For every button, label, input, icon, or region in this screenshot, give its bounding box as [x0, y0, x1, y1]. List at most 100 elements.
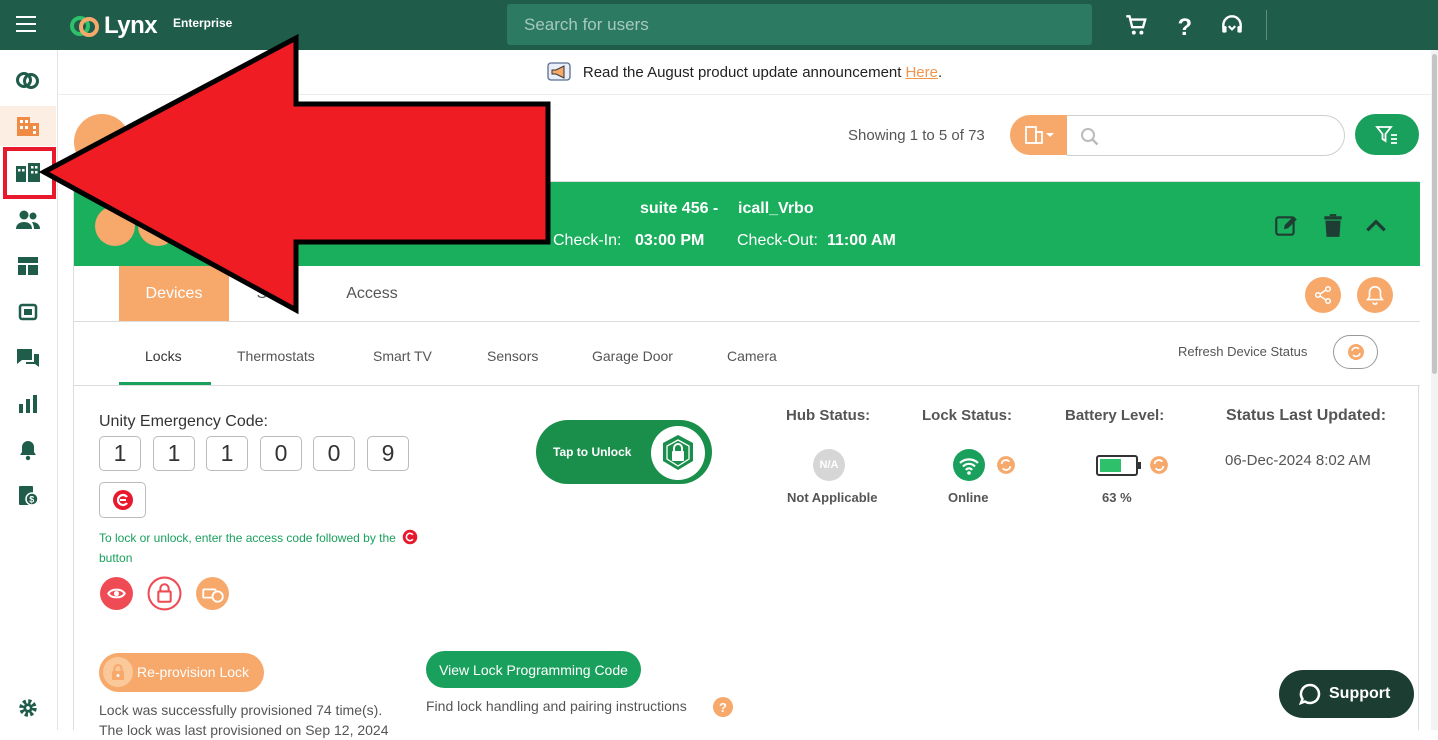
- sidebar-item-devices[interactable]: [0, 292, 56, 332]
- battery-level-value: 63 %: [1102, 490, 1132, 505]
- suite-name: suite 456 -: [640, 200, 719, 217]
- code-digit: 1: [206, 436, 248, 471]
- trash-icon[interactable]: [1320, 213, 1346, 239]
- support-label: Support: [1329, 685, 1391, 702]
- code-digit: 1: [99, 436, 141, 471]
- cart-icon[interactable]: [1123, 12, 1149, 38]
- sidebar-item-reports[interactable]: [0, 384, 56, 424]
- subtab-locks[interactable]: Locks: [145, 348, 182, 364]
- unit-card-header[interactable]: suite 456 - icall_Vrbo Check-In: 03:00 P…: [74, 182, 1420, 266]
- subtab-camera[interactable]: Camera: [727, 348, 777, 364]
- notifications-button[interactable]: [1357, 277, 1393, 313]
- provision-count: Lock was successfully provisioned 74 tim…: [99, 702, 383, 718]
- bell-outline-icon: [1366, 285, 1384, 305]
- reprovision-lock-icon: [103, 657, 133, 687]
- sidebar-item-properties[interactable]: [0, 106, 56, 146]
- menu-icon[interactable]: [16, 16, 36, 34]
- tab-devices[interactable]: Devices: [119, 266, 229, 321]
- battery-tip: [1138, 462, 1141, 469]
- view-lock-programming-code-button[interactable]: View Lock Programming Code: [426, 651, 641, 688]
- lock-key-button: [99, 482, 146, 518]
- hub-status-value: Not Applicable: [787, 490, 878, 505]
- status-updated-label: Status Last Updated:: [1226, 407, 1387, 424]
- instruction-end: button: [99, 551, 133, 565]
- chat-bubble-icon: [1299, 683, 1321, 705]
- add-button[interactable]: [74, 114, 130, 170]
- booking-source: icall_Vrbo: [738, 200, 814, 217]
- subtab-smart-tv[interactable]: Smart TV: [373, 348, 432, 364]
- tap-to-unlock-label: Tap to Unlock: [553, 445, 632, 459]
- provision-date: The lock was last provisioned on Sep 12,…: [99, 722, 389, 738]
- lock-instructions: To lock or unlock, enter the access code…: [99, 528, 459, 568]
- help-icon[interactable]: ?: [1171, 12, 1197, 38]
- edit-icon[interactable]: [1273, 213, 1299, 239]
- search-icon: [1081, 128, 1099, 146]
- lock-search-icon[interactable]: [195, 576, 230, 611]
- help-circle-icon[interactable]: ?: [713, 697, 733, 717]
- wifi-icon: [953, 449, 985, 481]
- sidebar-item-dashboard[interactable]: [0, 246, 56, 286]
- header-divider: [1266, 10, 1267, 40]
- code-digit: 9: [367, 436, 409, 471]
- code-digit: 1: [153, 436, 195, 471]
- tap-to-unlock-button[interactable]: Tap to Unlock: [536, 420, 712, 484]
- share-button[interactable]: [1305, 277, 1341, 313]
- unit-search-input[interactable]: [1067, 115, 1345, 156]
- announcement-suffix: .: [937, 63, 943, 81]
- lock-status-refresh-icon[interactable]: [996, 455, 1016, 475]
- reprovision-lock-button[interactable]: Re-provision Lock: [99, 653, 264, 692]
- hub-status-badge: N/A: [813, 449, 845, 481]
- battery-refresh-icon[interactable]: [1149, 455, 1169, 475]
- lynx-logo-icon: [70, 16, 99, 37]
- devices-icon: [18, 303, 38, 321]
- bar-chart-icon: [19, 395, 37, 413]
- building-filter-icon: [1025, 126, 1054, 144]
- unit-tabs: Devices S Access: [74, 266, 1420, 322]
- tab-s[interactable]: S: [242, 266, 282, 321]
- schlage-key-icon: [112, 490, 133, 510]
- lock-view-icon[interactable]: [99, 576, 134, 611]
- announcement-link[interactable]: Here: [905, 64, 938, 81]
- hub-status-label: Hub Status:: [786, 407, 871, 424]
- user-search-input[interactable]: [507, 4, 1092, 45]
- checkin-label: Check-In:: [553, 232, 622, 249]
- code-digit: 0: [313, 436, 355, 471]
- unit-icon: [95, 206, 135, 246]
- sidebar-item-settings[interactable]: [0, 688, 56, 728]
- subtab-thermostats[interactable]: Thermostats: [237, 348, 315, 364]
- filter-icon: [1375, 125, 1397, 144]
- unit-card: suite 456 - icall_Vrbo Check-In: 03:00 P…: [73, 181, 1420, 738]
- sidebar-item-messages[interactable]: [0, 338, 56, 378]
- filter-button[interactable]: [1355, 114, 1419, 155]
- announcement-text: Read the August product update announcem…: [582, 63, 902, 81]
- property-filter-dropdown[interactable]: [1010, 115, 1068, 155]
- provision-info: Lock was successfully provisioned 74 tim…: [99, 700, 429, 740]
- megaphone-icon: [547, 62, 571, 81]
- edition-label: Enterprise: [173, 16, 233, 30]
- logo: Lynx: [70, 12, 158, 40]
- battery-fill: [1100, 459, 1122, 472]
- billing-icon: $: [19, 486, 39, 506]
- app-name: Lynx: [104, 12, 158, 39]
- subtab-garage-door[interactable]: Garage Door: [592, 348, 673, 364]
- battery-icon: [1096, 455, 1141, 476]
- sidebar-item-billing[interactable]: $: [0, 476, 56, 516]
- sidebar-item-users[interactable]: [0, 200, 56, 240]
- subtab-sensors[interactable]: Sensors: [487, 348, 538, 364]
- unit-status-icon: [138, 206, 178, 246]
- refresh-button[interactable]: [1333, 335, 1378, 369]
- dashboard-icon: [18, 257, 38, 275]
- tab-access[interactable]: Access: [332, 266, 412, 321]
- support-button[interactable]: Support: [1279, 670, 1414, 718]
- sidebar-item-home[interactable]: [0, 60, 56, 100]
- instruction-text: To lock or unlock, enter the access code…: [99, 531, 396, 545]
- refresh-icon: [1347, 344, 1364, 360]
- headset-icon[interactable]: [1219, 12, 1245, 38]
- scrollbar[interactable]: [1431, 50, 1438, 730]
- padlock-icon[interactable]: [147, 576, 182, 611]
- showing-count: Showing 1 to 5 of 73: [848, 127, 985, 144]
- chevron-up-icon[interactable]: [1363, 213, 1389, 239]
- sidebar-item-alerts[interactable]: [0, 430, 56, 470]
- scrollbar-thumb[interactable]: [1432, 54, 1437, 374]
- lynx-rings-icon: [16, 72, 39, 89]
